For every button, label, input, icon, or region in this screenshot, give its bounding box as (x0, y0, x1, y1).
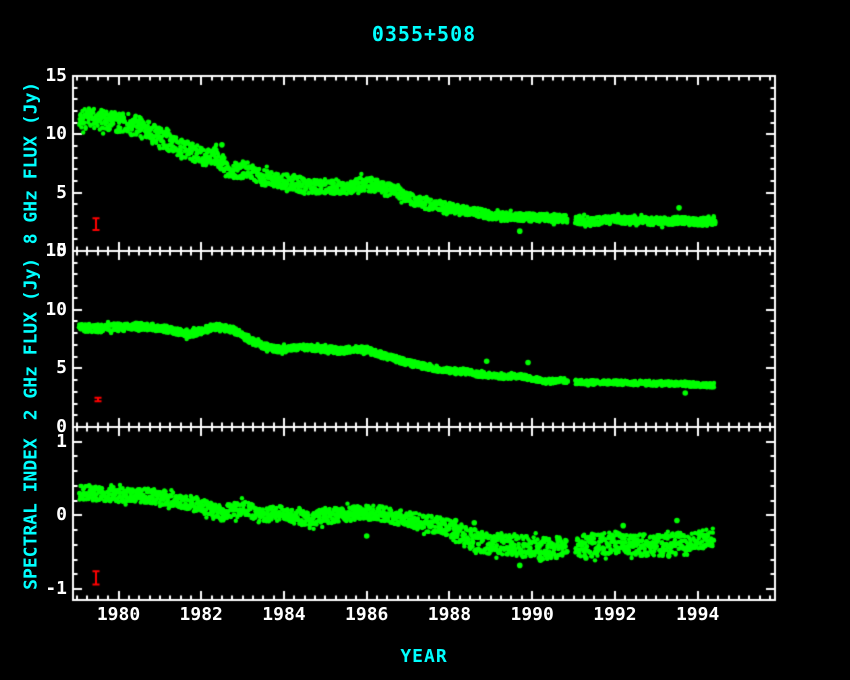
x-tick-label: 1982 (161, 604, 241, 625)
x-tick-label: 1994 (658, 604, 738, 625)
y-axis-title-2ghz-flux: 2 GHz FLUX (Jy) (21, 258, 42, 421)
x-tick-label: 1992 (575, 604, 655, 625)
chart-canvas (0, 0, 850, 680)
y-tick-label: 10 (15, 300, 67, 320)
y-tick-label: 5 (15, 358, 67, 378)
y-tick-label: 10 (15, 124, 67, 144)
x-axis-title: YEAR (73, 646, 775, 667)
x-tick-label: 1990 (492, 604, 572, 625)
x-tick-label: 1984 (244, 604, 324, 625)
y-tick-label: 0 (15, 505, 67, 525)
y-axis-title-8ghz-flux: 8 GHz FLUX (Jy) (21, 82, 42, 245)
x-tick-label: 1988 (409, 604, 489, 625)
light-curve-figure: 0355+508 8 GHz FLUX (Jy) 2 GHz FLUX (Jy)… (0, 0, 850, 680)
y-tick-label: 15 (15, 66, 67, 86)
x-tick-label: 1986 (327, 604, 407, 625)
y-tick-label: 5 (15, 183, 67, 203)
x-tick-label: 1980 (79, 604, 159, 625)
y-tick-label: 15 (15, 241, 67, 261)
y-tick-label: 1 (15, 432, 67, 452)
y-tick-label: -1 (15, 579, 67, 599)
chart-title: 0355+508 (73, 22, 775, 46)
